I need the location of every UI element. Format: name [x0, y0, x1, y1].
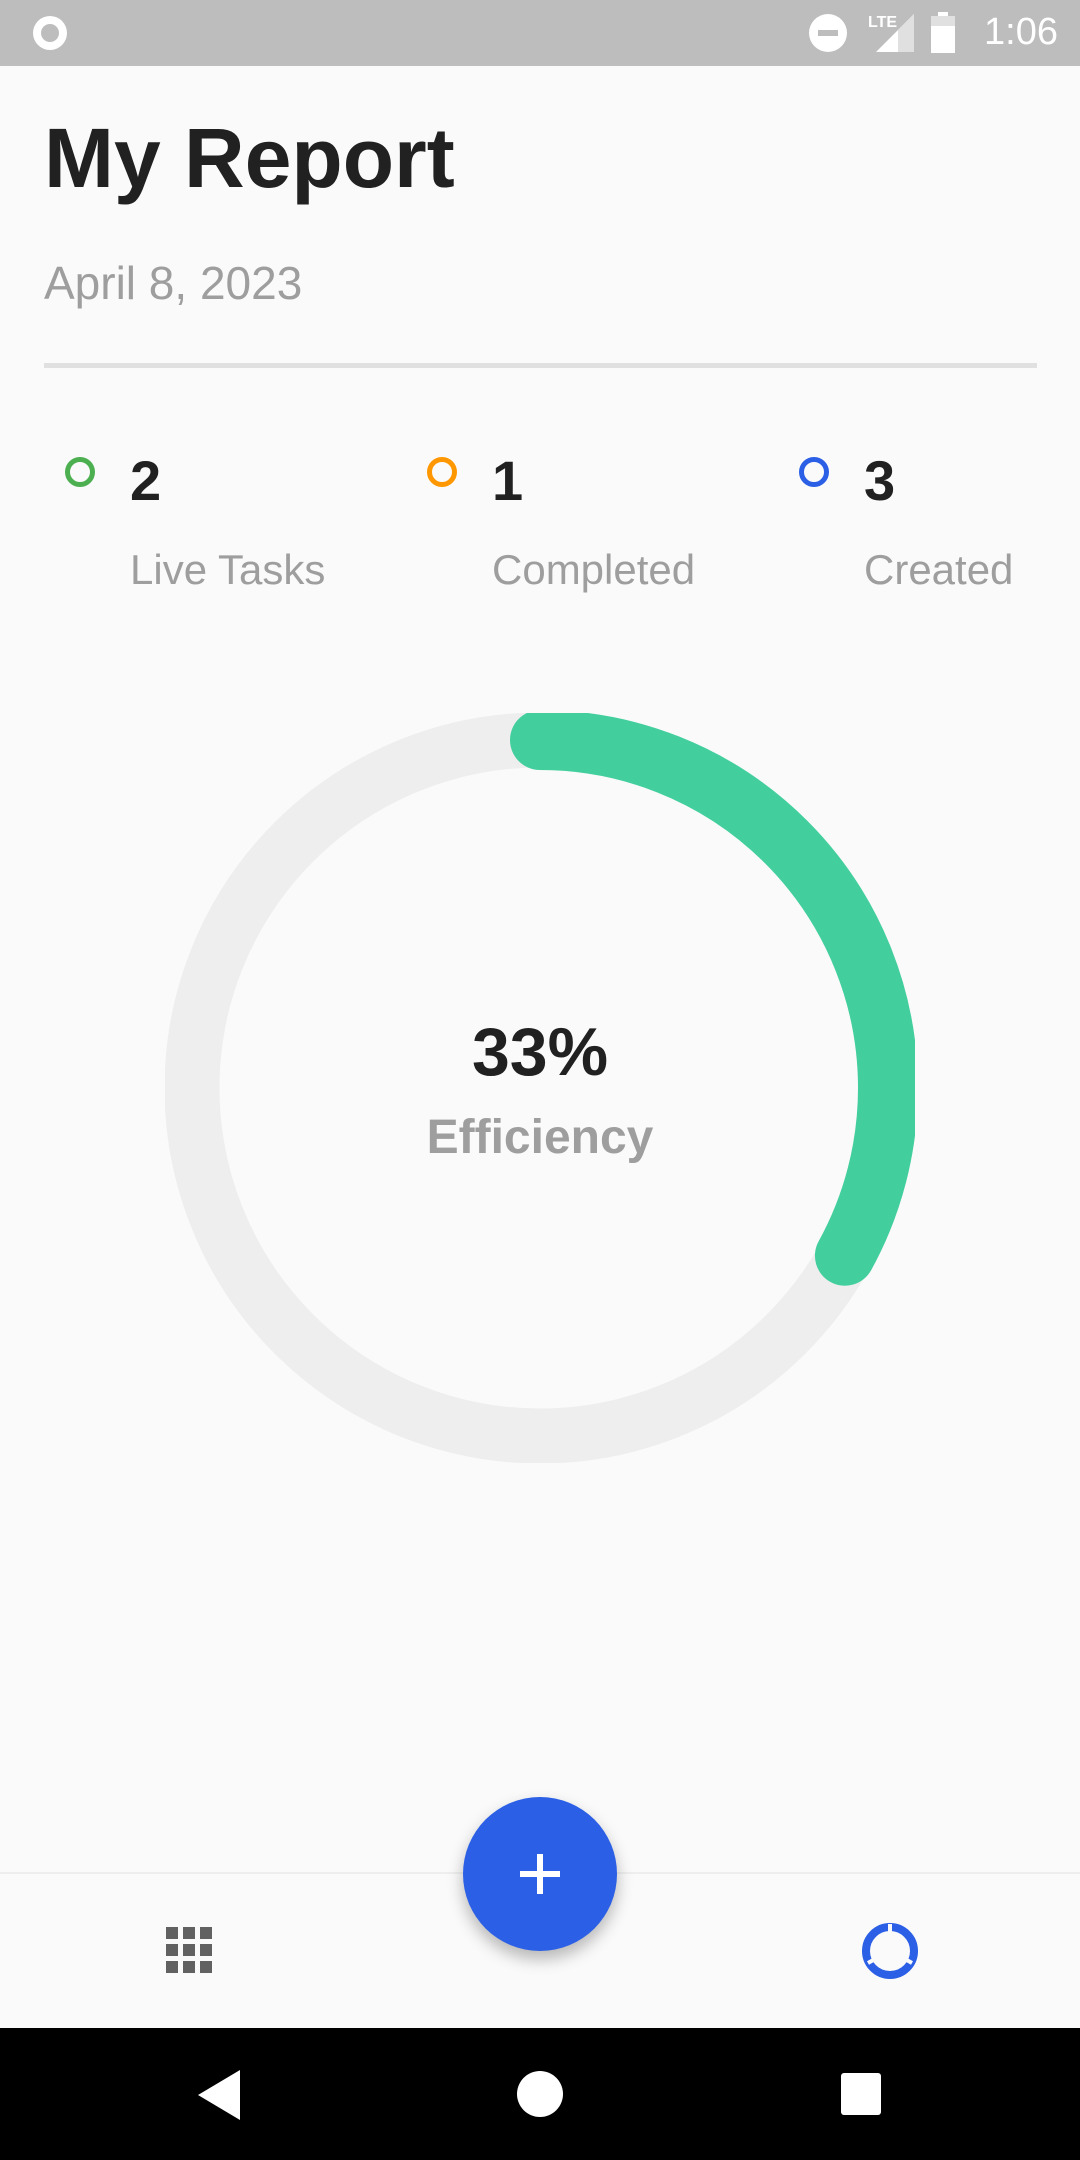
created-dot-icon: [799, 457, 829, 487]
do-not-disturb-icon: [809, 14, 847, 52]
live-tasks-label: Live Tasks: [130, 546, 326, 593]
status-icons: LTE 1:06: [780, 0, 1080, 66]
plus-icon: [520, 1854, 560, 1894]
record-icon: [33, 16, 67, 50]
completed-dot-icon: [427, 457, 457, 487]
network-label: LTE: [868, 14, 897, 31]
add-task-button[interactable]: [463, 1797, 617, 1951]
live-tasks-dot-icon: [65, 457, 95, 487]
home-icon[interactable]: [516, 2070, 564, 2118]
efficiency-label: Efficiency: [426, 1111, 654, 1164]
header-divider: [44, 363, 1037, 368]
completed-count: 1: [492, 449, 524, 512]
clock: 1:06: [984, 11, 1058, 53]
back-icon[interactable]: [196, 2068, 246, 2122]
recents-icon[interactable]: [840, 2072, 882, 2116]
report-date: April 8, 2023: [44, 257, 303, 309]
created-count: 3: [864, 449, 896, 512]
completed-label: Completed: [492, 546, 696, 593]
live-tasks-count: 2: [130, 449, 162, 512]
grid-icon[interactable]: [166, 1927, 212, 1973]
efficiency-gauge: 33% Efficiency: [165, 713, 915, 1463]
efficiency-value: 33%: [471, 1014, 609, 1090]
report-ring-icon[interactable]: [860, 1921, 920, 1981]
created-label: Created: [864, 546, 1014, 593]
system-navigation-bar: [0, 2028, 1080, 2160]
battery-icon: [931, 12, 955, 53]
page-title: My Report: [44, 111, 455, 205]
status-bar: LTE 1:06: [0, 0, 1080, 66]
lte-signal-icon: LTE: [868, 14, 914, 52]
